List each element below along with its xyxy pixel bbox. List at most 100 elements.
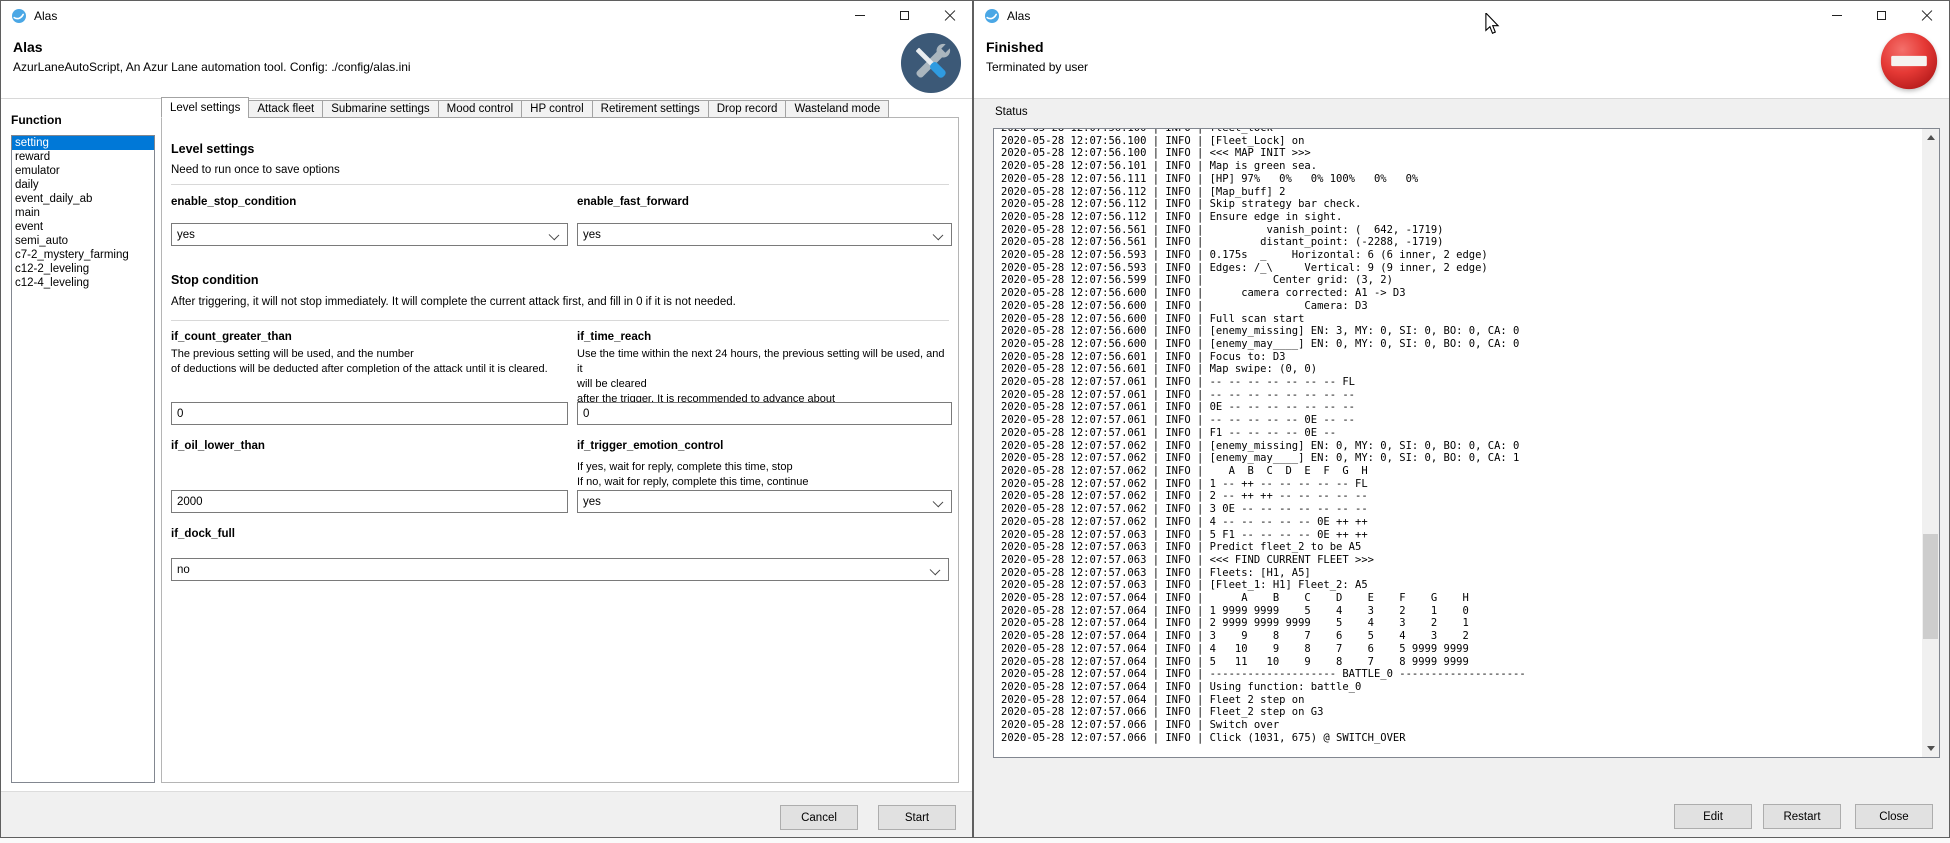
log-line: 2020-05-28 12:07:57.062 | INFO | 4 -- --…: [1001, 516, 1921, 529]
cancel-button[interactable]: Cancel: [780, 805, 858, 830]
status-label: Status: [995, 106, 1028, 118]
function-item-reward[interactable]: reward: [12, 150, 154, 164]
section-title-level-settings: Level settings: [171, 142, 254, 156]
chevron-down-icon: [549, 230, 560, 241]
status-area: Status 2020-05-28 12:07:56.100 | INFO | …: [974, 99, 1949, 837]
log-line: 2020-05-28 12:07:57.061 | INFO | -- -- -…: [1001, 414, 1921, 427]
tab-attack-fleet[interactable]: Attack fleet: [248, 100, 323, 118]
close-button[interactable]: [1904, 1, 1949, 30]
log-line: 2020-05-28 12:07:56.600 | INFO | Camera:…: [1001, 300, 1921, 313]
log-line: 2020-05-28 12:07:57.062 | INFO | 2 -- ++…: [1001, 490, 1921, 503]
close-button[interactable]: [927, 1, 972, 30]
log-line: 2020-05-28 12:07:56.112 | INFO | Ensure …: [1001, 211, 1921, 224]
scroll-up-button[interactable]: [1922, 129, 1939, 146]
function-item-daily[interactable]: daily: [12, 178, 154, 192]
if-count-greater-than-input[interactable]: [171, 402, 568, 425]
function-item-setting[interactable]: setting: [12, 136, 154, 150]
log-line: 2020-05-28 12:07:57.064 | INFO | 2 9999 …: [1001, 617, 1921, 630]
tab-level-settings[interactable]: Level settings: [161, 97, 249, 118]
if-time-reach-input[interactable]: [577, 402, 952, 425]
maximize-icon: [900, 11, 909, 20]
run-status-subtitle: Terminated by user: [986, 60, 1088, 74]
section-title-stop-condition: Stop condition: [171, 273, 258, 287]
minimize-icon: [855, 15, 865, 16]
log-scrollbar[interactable]: [1922, 129, 1939, 757]
enable-stop-condition-select[interactable]: yes: [171, 223, 568, 246]
function-item-c12-4_leveling[interactable]: c12-4_leveling: [12, 276, 154, 290]
log-line: 2020-05-28 12:07:57.062 | INFO | [enemy_…: [1001, 452, 1921, 465]
label-if-dock-full: if_dock_full: [171, 528, 568, 540]
log-line: 2020-05-28 12:07:57.064 | INFO | 5 11 10…: [1001, 656, 1921, 669]
log-line: 2020-05-28 12:07:56.601 | INFO | Map swi…: [1001, 363, 1921, 376]
log-line: 2020-05-28 12:07:57.063 | INFO | [Fleet_…: [1001, 579, 1921, 592]
tab-wasteland-mode[interactable]: Wasteland mode: [785, 100, 889, 118]
label-if-trigger-emotion-control: if_trigger_emotion_control: [577, 440, 952, 452]
log-line: 2020-05-28 12:07:57.064 | INFO | 3 9 8 7…: [1001, 630, 1921, 643]
log-line: 2020-05-28 12:07:57.061 | INFO | -- -- -…: [1001, 376, 1921, 389]
log-line: 2020-05-28 12:07:56.600 | INFO | [enemy_…: [1001, 325, 1921, 338]
tab-mood-control[interactable]: Mood control: [438, 100, 522, 118]
if-dock-full-value: no: [177, 564, 190, 576]
log-line: 2020-05-28 12:07:56.600 | INFO | [enemy_…: [1001, 338, 1921, 351]
log-line: 2020-05-28 12:07:57.062 | INFO | A B C D…: [1001, 465, 1921, 478]
config-window: Alas Alas AzurLaneAutoScript, An Azur La…: [0, 0, 973, 838]
right-titlebar[interactable]: Alas: [974, 1, 1949, 31]
scrollbar-thumb[interactable]: [1923, 534, 1938, 639]
if-oil-lower-than-input[interactable]: [171, 490, 568, 513]
log-line: 2020-05-28 12:07:57.061 | INFO | -- -- -…: [1001, 389, 1921, 402]
divider: [171, 184, 949, 185]
left-titlebar[interactable]: Alas: [1, 1, 972, 31]
tab-hp-control[interactable]: HP control: [521, 100, 592, 118]
log-line: 2020-05-28 12:07:57.062 | INFO | [enemy_…: [1001, 440, 1921, 453]
log-line: 2020-05-28 12:07:56.593 | INFO | 0.175s …: [1001, 249, 1921, 262]
log-line: 2020-05-28 12:07:56.593 | INFO | Edges: …: [1001, 262, 1921, 275]
if-trigger-emotion-control-select[interactable]: yes: [577, 490, 952, 513]
tab-bar: Level settingsAttack fleetSubmarine sett…: [161, 98, 888, 118]
function-item-c7-2_mystery_farming[interactable]: c7-2_mystery_farming: [12, 248, 154, 262]
log-line: 2020-05-28 12:07:57.063 | INFO | 5 F1 --…: [1001, 529, 1921, 542]
help-if-trigger-emotion-control: If yes, wait for reply, complete this ti…: [577, 460, 952, 490]
tab-retirement-settings[interactable]: Retirement settings: [592, 100, 709, 118]
function-item-emulator[interactable]: emulator: [12, 164, 154, 178]
log-line: 2020-05-28 12:07:56.600 | INFO | Full sc…: [1001, 313, 1921, 326]
tab-drop-record[interactable]: Drop record: [708, 100, 787, 118]
maximize-button[interactable]: [1859, 1, 1904, 30]
section-subtitle-level-settings: Need to run once to save options: [171, 164, 340, 176]
enable-fast-forward-value: yes: [583, 229, 601, 241]
log-lines: 2020-05-28 12:07:56.100 | INFO | fleet_l…: [1001, 128, 1921, 744]
if-trigger-emotion-control-value: yes: [583, 496, 601, 508]
close-icon: [1921, 10, 1933, 22]
config-header-subtitle: AzurLaneAutoScript, An Azur Lane automat…: [13, 60, 411, 74]
log-output[interactable]: 2020-05-28 12:07:56.100 | INFO | fleet_l…: [993, 128, 1940, 758]
enable-fast-forward-select[interactable]: yes: [577, 223, 952, 246]
log-line: 2020-05-28 12:07:57.066 | INFO | Fleet_2…: [1001, 706, 1921, 719]
log-line: 2020-05-28 12:07:57.063 | INFO | <<< FIN…: [1001, 554, 1921, 567]
tab-submarine-settings[interactable]: Submarine settings: [322, 100, 438, 118]
start-button[interactable]: Start: [878, 805, 956, 830]
function-item-event[interactable]: event: [12, 220, 154, 234]
chevron-down-icon: [933, 230, 944, 241]
tools-icon: [900, 32, 962, 94]
function-item-semi_auto[interactable]: semi_auto: [12, 234, 154, 248]
log-line: 2020-05-28 12:07:56.561 | INFO | vanish_…: [1001, 224, 1921, 237]
function-item-main[interactable]: main: [12, 206, 154, 220]
maximize-button[interactable]: [882, 1, 927, 30]
function-item-event_daily_ab[interactable]: event_daily_ab: [12, 192, 154, 206]
if-dock-full-select[interactable]: no: [171, 558, 949, 581]
edit-button[interactable]: Edit: [1674, 804, 1752, 829]
function-item-c12-2_leveling[interactable]: c12-2_leveling: [12, 262, 154, 276]
chevron-down-icon: [933, 497, 944, 508]
log-line: 2020-05-28 12:07:57.062 | INFO | 1 -- ++…: [1001, 478, 1921, 491]
scroll-down-button[interactable]: [1922, 740, 1939, 757]
restart-button[interactable]: Restart: [1763, 804, 1841, 829]
mouse-cursor: [1484, 13, 1500, 40]
function-list[interactable]: settingrewardemulatordailyevent_daily_ab…: [11, 135, 155, 783]
log-line: 2020-05-28 12:07:56.100 | INFO | [Fleet_…: [1001, 135, 1921, 148]
log-line: 2020-05-28 12:07:56.111 | INFO | [HP] 97…: [1001, 173, 1921, 186]
minimize-button[interactable]: [837, 1, 882, 30]
close-window-button[interactable]: Close: [1855, 804, 1933, 829]
log-line: 2020-05-28 12:07:56.561 | INFO | distant…: [1001, 236, 1921, 249]
minimize-button[interactable]: [1814, 1, 1859, 30]
log-line: 2020-05-28 12:07:56.112 | INFO | [Map_bu…: [1001, 186, 1921, 199]
log-line: 2020-05-28 12:07:56.600 | INFO | camera …: [1001, 287, 1921, 300]
